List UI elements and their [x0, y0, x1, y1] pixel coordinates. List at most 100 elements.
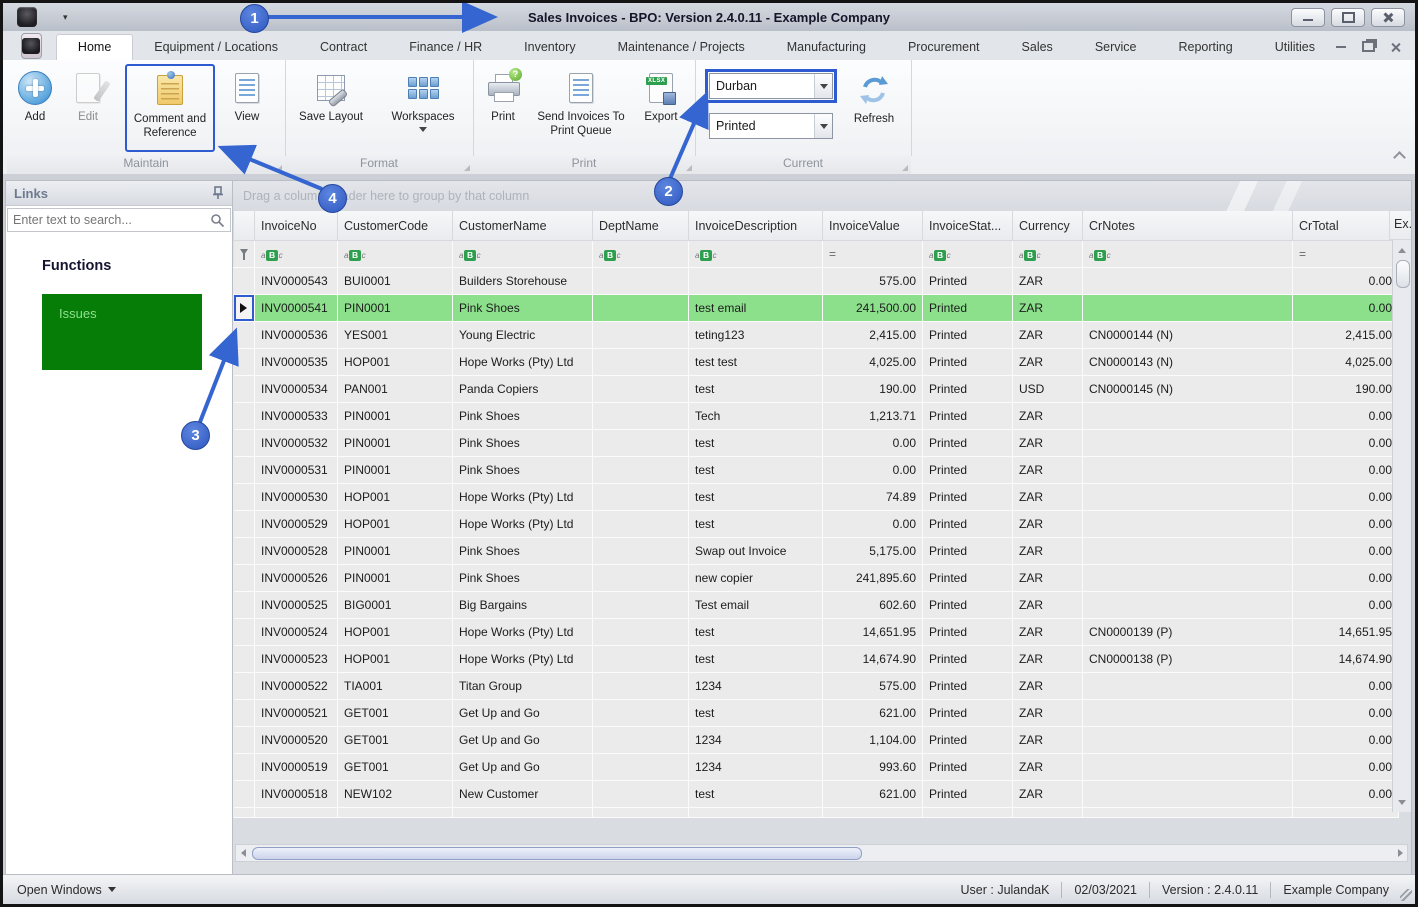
cell-crnotes[interactable] [1083, 295, 1293, 322]
workspaces-button[interactable]: Workspaces [381, 64, 465, 152]
cell-deptname[interactable] [593, 268, 689, 295]
cell-deptname[interactable] [593, 376, 689, 403]
row-indicator[interactable] [234, 295, 255, 322]
table-row-inv0000543[interactable]: INV0000543BUI0001Builders Storehouse575.… [234, 268, 1399, 295]
cell-customercode[interactable]: PIN0001 [338, 403, 453, 430]
tab-inventory[interactable]: Inventory [503, 35, 596, 60]
cell-invoicestat[interactable]: Printed [923, 700, 1013, 727]
minimize-button[interactable] [1291, 8, 1325, 27]
cell-invoicevalue[interactable]: 2,415.00 [823, 322, 923, 349]
cell-crtotal[interactable]: 0.00 [1293, 727, 1399, 754]
cell-customername[interactable]: Builders Storehouse [453, 268, 593, 295]
scroll-right-icon[interactable] [1393, 849, 1407, 857]
table-row-inv0000519[interactable]: INV0000519GET001Get Up and Go1234993.60P… [234, 754, 1399, 781]
cell-invoicestat[interactable]: Printed [923, 484, 1013, 511]
ribbon-restore-icon[interactable] [1362, 41, 1375, 52]
cell-invoicevalue[interactable]: 241,500.00 [823, 295, 923, 322]
cell-invoicevalue[interactable]: 1,104.00 [823, 727, 923, 754]
cell-invoicedescription[interactable] [689, 268, 823, 295]
table-row-inv0000529[interactable]: INV0000529HOP001Hope Works (Pty) Ltdtest… [234, 511, 1399, 538]
cell-deptname[interactable] [593, 619, 689, 646]
column-header-invoicevalue[interactable]: InvoiceValue [823, 211, 923, 241]
resize-grip[interactable] [1400, 889, 1412, 901]
cell-invoicedescription[interactable]: test [689, 484, 823, 511]
column-header-invoicedescription[interactable]: InvoiceDescription [689, 211, 823, 241]
cell-invoicestat[interactable]: Printed [923, 511, 1013, 538]
cell-customercode[interactable]: BUI0001 [338, 268, 453, 295]
cell-crnotes[interactable] [1083, 781, 1293, 808]
cell-customername[interactable]: Hope Works (Pty) Ltd [453, 619, 593, 646]
filter-cell-deptname[interactable]: aBc [593, 241, 689, 268]
cell-customercode[interactable]: GET001 [338, 727, 453, 754]
column-header-customercode[interactable]: CustomerCode [338, 211, 453, 241]
cell-invoiceno[interactable]: INV0000522 [255, 673, 338, 700]
column-header-invoiceno[interactable]: InvoiceNo [255, 211, 338, 241]
cell-crtotal[interactable]: 2,415.00 [1293, 322, 1399, 349]
row-indicator[interactable] [234, 754, 255, 781]
cell-currency[interactable]: ZAR [1013, 727, 1083, 754]
cell-customercode[interactable]: YES001 [338, 322, 453, 349]
cell-customername[interactable]: Get Up and Go [453, 727, 593, 754]
row-indicator[interactable] [234, 349, 255, 376]
cell-crnotes[interactable] [1083, 457, 1293, 484]
cell-invoicestat[interactable]: Printed [923, 295, 1013, 322]
cell-invoicestat[interactable]: Printed [923, 754, 1013, 781]
tab-procurement[interactable]: Procurement [887, 35, 1001, 60]
ribbon-collapse-chevron-icon[interactable] [1393, 152, 1405, 160]
vertical-scrollbar[interactable] [1392, 240, 1411, 812]
cell-customercode[interactable]: HOP001 [338, 646, 453, 673]
table-row-inv0000521[interactable]: INV0000521GET001Get Up and Gotest621.00P… [234, 700, 1399, 727]
cell-invoicestat[interactable]: Printed [923, 403, 1013, 430]
vertical-scrollbar-thumb[interactable] [1396, 260, 1410, 288]
cell-crtotal[interactable]: 0.00 [1293, 268, 1399, 295]
row-indicator[interactable] [234, 457, 255, 484]
table-row-inv0000531[interactable]: INV0000531PIN0001Pink Shoestest0.00Print… [234, 457, 1399, 484]
cell-invoicevalue[interactable]: 0.00 [823, 511, 923, 538]
cell-customercode[interactable]: TIA001 [338, 673, 453, 700]
cell-deptname[interactable] [593, 430, 689, 457]
maximize-button[interactable] [1331, 8, 1365, 27]
cell-customercode[interactable]: PIN0001 [338, 430, 453, 457]
close-button[interactable] [1371, 8, 1405, 27]
cell-deptname[interactable] [593, 646, 689, 673]
tab-service[interactable]: Service [1074, 35, 1158, 60]
cell-customercode[interactable]: GET001 [338, 700, 453, 727]
column-header-customername[interactable]: CustomerName [453, 211, 593, 241]
cell-invoicevalue[interactable]: 0.00 [823, 457, 923, 484]
cell-customercode[interactable]: PIN0001 [338, 295, 453, 322]
cell-customercode[interactable]: PIN0001 [338, 565, 453, 592]
filter-cell-invoicevalue[interactable]: = [823, 241, 923, 268]
cell-invoicestat[interactable]: Printed [923, 592, 1013, 619]
cell-invoicestat[interactable]: Printed [923, 619, 1013, 646]
cell-invoiceno[interactable]: INV0000525 [255, 592, 338, 619]
cell-invoicedescription[interactable]: test [689, 700, 823, 727]
cell-crtotal[interactable]: 0.00 [1293, 673, 1399, 700]
row-indicator[interactable] [234, 511, 255, 538]
horizontal-scrollbar[interactable] [235, 844, 1408, 862]
column-header-invoicestat[interactable]: InvoiceStat... [923, 211, 1013, 241]
scroll-up-icon[interactable] [1395, 243, 1408, 257]
cell-invoiceno[interactable]: INV0000528 [255, 538, 338, 565]
cell-invoiceno[interactable]: INV0000526 [255, 565, 338, 592]
row-indicator[interactable] [234, 619, 255, 646]
cell-crnotes[interactable]: CN0000144 (N) [1083, 322, 1293, 349]
cell-customercode[interactable]: HOP001 [338, 511, 453, 538]
table-row-inv0000524[interactable]: INV0000524HOP001Hope Works (Pty) Ltdtest… [234, 619, 1399, 646]
links-search-box[interactable] [7, 208, 231, 232]
quick-access-caret-icon[interactable]: ▾ [63, 12, 68, 23]
cell-invoicevalue[interactable]: 602.60 [823, 592, 923, 619]
cell-invoicedescription[interactable]: Test email [689, 592, 823, 619]
cell-crnotes[interactable] [1083, 511, 1293, 538]
cell-invoicevalue[interactable]: 0.00 [823, 430, 923, 457]
cell-crnotes[interactable] [1083, 727, 1293, 754]
cell-crtotal[interactable]: 14,651.95 [1293, 619, 1399, 646]
cell-invoiceno[interactable]: INV0000523 [255, 646, 338, 673]
sidebar-item-issues[interactable]: Issues [42, 294, 202, 370]
cell-customername[interactable]: Hope Works (Pty) Ltd [453, 646, 593, 673]
cell-currency[interactable]: ZAR [1013, 538, 1083, 565]
cell-deptname[interactable] [593, 349, 689, 376]
cell-currency[interactable]: ZAR [1013, 349, 1083, 376]
cell-crnotes[interactable]: CN0000145 (N) [1083, 376, 1293, 403]
search-icon[interactable] [210, 213, 225, 228]
table-row-inv0000523[interactable]: INV0000523HOP001Hope Works (Pty) Ltdtest… [234, 646, 1399, 673]
